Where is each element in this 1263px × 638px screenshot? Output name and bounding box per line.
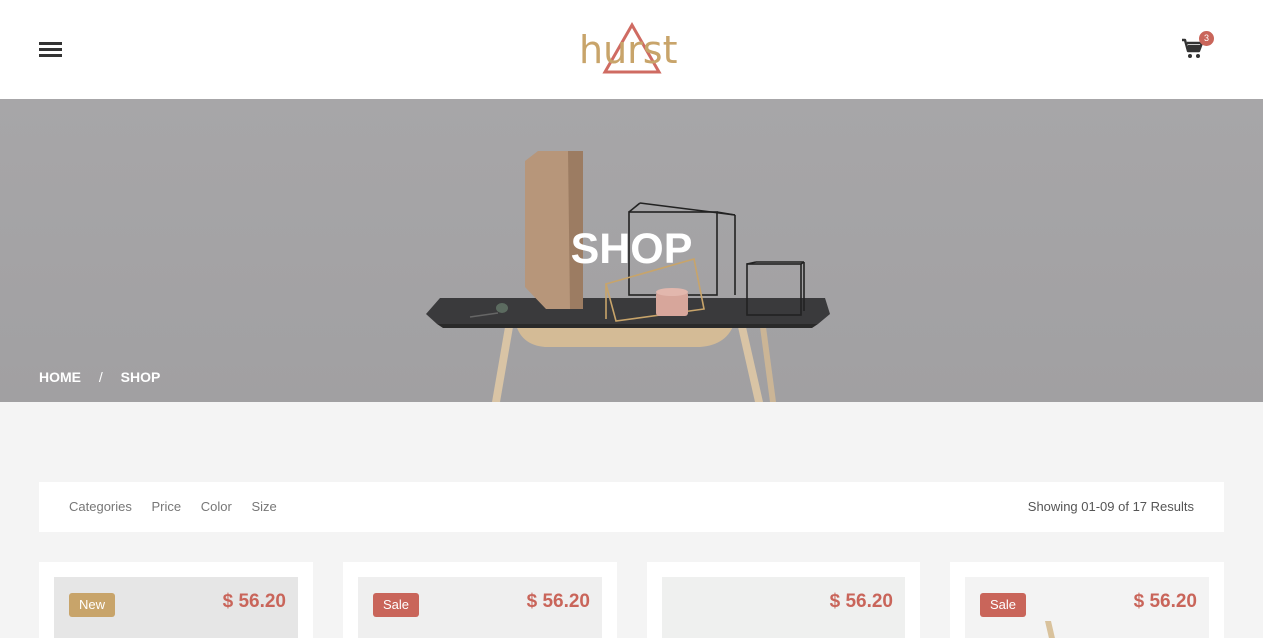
filter-options: Categories Price Color Size xyxy=(69,499,293,514)
product-card[interactable]: $ 56.20 xyxy=(647,562,920,638)
site-logo[interactable]: hurst xyxy=(575,20,687,76)
hero-banner: SHOP HOME / SHOP xyxy=(0,99,1263,402)
filter-bar: Categories Price Color Size Showing 01-0… xyxy=(39,482,1224,532)
product-image[interactable]: Sale $ 56.20 xyxy=(965,577,1209,638)
filter-categories[interactable]: Categories xyxy=(69,499,132,514)
page-title: SHOP xyxy=(570,225,693,273)
results-count: Showing 01-09 of 17 Results xyxy=(1027,499,1194,514)
breadcrumb-current: SHOP xyxy=(120,369,161,385)
sale-badge: Sale xyxy=(980,593,1027,617)
site-header: hurst 3 xyxy=(0,0,1263,99)
breadcrumb: HOME / SHOP xyxy=(39,369,160,385)
menu-button[interactable] xyxy=(39,42,62,58)
product-image[interactable]: Sale $ 56.20 xyxy=(358,577,602,638)
filter-color[interactable]: Color xyxy=(201,499,232,514)
new-badge: New xyxy=(69,593,116,617)
breadcrumb-separator: / xyxy=(98,369,103,385)
product-card[interactable]: New $ 56.20 xyxy=(39,562,313,638)
filter-size[interactable]: Size xyxy=(251,499,276,514)
cart-count-badge: 3 xyxy=(1199,31,1214,46)
hamburger-icon xyxy=(39,42,62,45)
filter-price[interactable]: Price xyxy=(152,499,182,514)
sale-badge: Sale xyxy=(373,593,420,617)
product-price: $ 56.20 xyxy=(1133,591,1197,612)
product-image[interactable]: $ 56.20 xyxy=(662,577,905,638)
breadcrumb-home-link[interactable]: HOME xyxy=(39,369,81,385)
product-card[interactable]: Sale $ 56.20 xyxy=(950,562,1224,638)
product-price: $ 56.20 xyxy=(222,591,286,612)
product-price: $ 56.20 xyxy=(526,591,590,612)
product-image[interactable]: New $ 56.20 xyxy=(54,577,298,638)
product-price: $ 56.20 xyxy=(829,591,893,612)
logo-text: hurst xyxy=(579,28,678,72)
product-stool-image xyxy=(1045,621,1055,638)
product-card[interactable]: Sale $ 56.20 xyxy=(343,562,617,638)
